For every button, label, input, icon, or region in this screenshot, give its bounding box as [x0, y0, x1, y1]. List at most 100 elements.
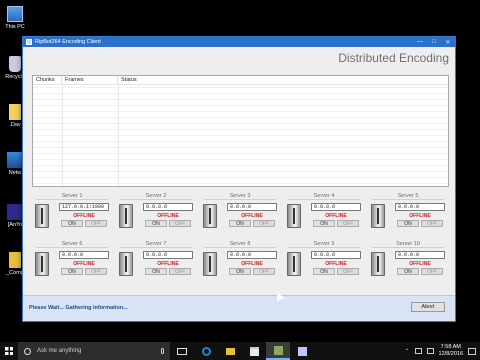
server-address-input[interactable]: 0.0.0.0	[395, 251, 445, 259]
network-icon[interactable]	[414, 348, 422, 354]
server-tower-icon	[119, 252, 133, 276]
desktop-icon-label: [AnYo	[7, 222, 23, 228]
taskbar-edge[interactable]	[194, 342, 218, 360]
server-status: OFFLINE	[241, 261, 263, 267]
server-tower-icon	[35, 204, 49, 228]
document-icon	[9, 104, 21, 120]
server-status: OFFLINE	[157, 261, 179, 267]
server-panel: Server 10 0.0.0.0 OFFLINE ON OFF	[366, 241, 450, 284]
server-title: Server 2	[120, 193, 192, 200]
abort-button[interactable]: Abort	[411, 302, 445, 312]
server-status: OFFLINE	[409, 213, 431, 219]
server-title: Server 7	[120, 241, 192, 248]
taskbar: Ask me anything ⌃ 7:58 AM 12/8/2016	[0, 342, 480, 360]
list-column-dividers	[33, 85, 448, 186]
column-header-chunks[interactable]: Chunks	[33, 76, 62, 84]
server-on-button[interactable]: ON	[313, 268, 335, 275]
server-off-button[interactable]: OFF	[421, 220, 443, 227]
server-panel: Server 4 0.0.0.0 OFFLINE ON OFF	[282, 193, 366, 236]
close-button[interactable]: ✕	[441, 37, 455, 47]
server-title: Server 6	[36, 241, 108, 248]
server-off-button[interactable]: OFF	[85, 220, 107, 227]
server-address-input[interactable]: 0.0.0.0	[395, 203, 445, 211]
server-address-input[interactable]: 127.0.0.1:1000	[59, 203, 109, 211]
server-status: OFFLINE	[325, 213, 347, 219]
server-off-button[interactable]: OFF	[253, 268, 275, 275]
server-on-button[interactable]: ON	[61, 268, 83, 275]
server-address-input[interactable]: 0.0.0.0	[143, 203, 193, 211]
server-address-input[interactable]: 0.0.0.0	[227, 203, 277, 211]
network-icon	[7, 152, 23, 168]
server-off-button[interactable]: OFF	[253, 220, 275, 227]
microphone-icon[interactable]	[161, 348, 164, 354]
search-input[interactable]: Ask me anything	[18, 342, 170, 360]
server-title: Server 5	[372, 193, 444, 200]
encoding-client-window: RipBot264 Encoding Client — □ ✕ Distribu…	[22, 36, 456, 322]
server-address-input[interactable]: 0.0.0.0	[143, 251, 193, 259]
server-on-button[interactable]: ON	[397, 220, 419, 227]
server-on-button[interactable]: ON	[397, 268, 419, 275]
server-on-button[interactable]: ON	[229, 220, 251, 227]
server-status: OFFLINE	[73, 213, 95, 219]
status-bar: Please Wait... Gathering information... …	[23, 295, 455, 321]
app-icon	[7, 204, 23, 220]
server-title: Server 8	[204, 241, 276, 248]
server-panel: Server 2 0.0.0.0 OFFLINE ON OFF	[114, 193, 198, 236]
notification-icon[interactable]	[468, 347, 476, 355]
server-title: Server 9	[288, 241, 360, 248]
task-view-button[interactable]	[170, 342, 194, 360]
server-tower-icon	[203, 204, 217, 228]
server-off-button[interactable]: OFF	[169, 220, 191, 227]
folder-icon	[9, 252, 21, 268]
server-on-button[interactable]: ON	[145, 220, 167, 227]
server-title: Server 10	[372, 241, 444, 248]
column-header-status[interactable]: Status	[118, 76, 448, 84]
server-off-button[interactable]: OFF	[85, 268, 107, 275]
server-on-button[interactable]: ON	[61, 220, 83, 227]
server-status: OFFLINE	[157, 213, 179, 219]
taskbar-store[interactable]	[242, 342, 266, 360]
server-on-button[interactable]: ON	[313, 220, 335, 227]
server-off-button[interactable]: OFF	[421, 268, 443, 275]
taskbar-app-active[interactable]	[266, 342, 290, 360]
server-title: Server 3	[204, 193, 276, 200]
column-header-frames[interactable]: Frames	[62, 76, 118, 84]
page-title: Distributed Encoding	[338, 51, 449, 65]
server-grid: Server 1 127.0.0.1:1000 OFFLINE ON OFF S…	[30, 193, 452, 284]
server-on-button[interactable]: ON	[229, 268, 251, 275]
app-icon	[297, 346, 307, 356]
server-on-button[interactable]: ON	[145, 268, 167, 275]
server-off-button[interactable]: OFF	[169, 268, 191, 275]
server-panel: Server 9 0.0.0.0 OFFLINE ON OFF	[282, 241, 366, 284]
server-address-input[interactable]: 0.0.0.0	[59, 251, 109, 259]
server-off-button[interactable]: OFF	[337, 268, 359, 275]
desktop-icon-label: .Dav	[9, 122, 21, 128]
clock-date: 12/8/2016	[438, 351, 463, 357]
minimize-button[interactable]: —	[413, 37, 427, 47]
server-title: Server 4	[288, 193, 360, 200]
server-panel: Server 3 0.0.0.0 OFFLINE ON OFF	[198, 193, 282, 236]
maximize-button[interactable]: □	[427, 37, 441, 47]
server-off-button[interactable]: OFF	[337, 220, 359, 227]
desktop-icon-this-pc[interactable]: This PC	[2, 6, 28, 30]
window-title: RipBot264 Encoding Client	[35, 39, 101, 45]
desktop-icon-label: This PC	[5, 24, 25, 30]
server-address-input[interactable]: 0.0.0.0	[227, 251, 277, 259]
window-titlebar[interactable]: RipBot264 Encoding Client — □ ✕	[23, 37, 455, 47]
server-address-input[interactable]: 0.0.0.0	[311, 203, 361, 211]
chunks-list[interactable]: Chunks Frames Status	[32, 75, 449, 187]
recycle-bin-icon	[9, 56, 21, 72]
server-status: OFFLINE	[73, 261, 95, 267]
volume-icon[interactable]	[426, 348, 434, 354]
start-button[interactable]	[0, 342, 18, 360]
server-tower-icon	[371, 204, 385, 228]
desktop-icon-label: Netw	[8, 170, 22, 176]
taskbar-app[interactable]	[290, 342, 314, 360]
server-panel: Server 8 0.0.0.0 OFFLINE ON OFF	[198, 241, 282, 284]
server-address-input[interactable]: 0.0.0.0	[311, 251, 361, 259]
cortana-icon	[24, 347, 31, 355]
clock[interactable]: 7:58 AM 12/8/2016	[439, 344, 463, 358]
search-placeholder: Ask me anything	[37, 348, 82, 354]
taskbar-file-explorer[interactable]	[218, 342, 242, 360]
chevron-up-icon[interactable]: ⌃	[405, 348, 410, 355]
